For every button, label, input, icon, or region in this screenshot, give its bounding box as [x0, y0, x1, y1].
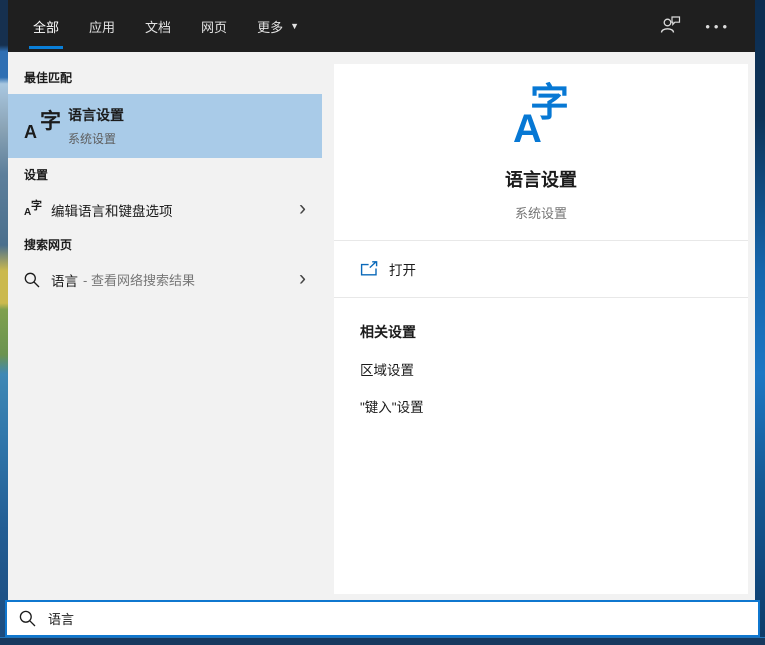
chevron-down-icon: ▼ — [290, 21, 299, 31]
search-input[interactable] — [48, 611, 758, 626]
taskbar-edge — [0, 637, 765, 645]
related-settings-header: 相关设置 — [360, 324, 416, 340]
open-action-label: 打开 — [389, 263, 416, 278]
search-bar[interactable] — [5, 600, 760, 637]
language-settings-icon: 字A — [24, 110, 61, 142]
search-results-body: 最佳匹配 字A 语言设置 系统设置 设置 字A 编辑语言和键盘选项 › 搜索网页… — [8, 52, 755, 600]
results-list: 最佳匹配 字A 语言设置 系统设置 设置 字A 编辑语言和键盘选项 › 搜索网页… — [8, 52, 322, 600]
chevron-right-icon: › — [299, 196, 306, 220]
web-search-item[interactable]: 语言 - 查看网络搜索结果 › — [8, 261, 322, 298]
preview-pane: 字A 语言设置 系统设置 打开 相关设置 区域设置 "键入"设置 — [322, 52, 755, 600]
tab-all[interactable]: 全部 — [29, 0, 64, 52]
tab-documents[interactable]: 文档 — [141, 0, 175, 52]
language-small-icon: 字A — [24, 200, 42, 218]
web-search-hint: - 查看网络搜索结果 — [83, 273, 195, 288]
tab-web[interactable]: 网页 — [197, 0, 231, 52]
tab-more-label: 更多 — [257, 19, 284, 35]
best-match-result-language-settings[interactable]: 字A 语言设置 系统设置 — [8, 94, 322, 158]
related-settings: 相关设置 区域设置 "键入"设置 — [334, 298, 748, 440]
preview-title: 语言设置 — [505, 170, 577, 190]
settings-section-header: 设置 — [24, 168, 49, 182]
related-item-region-settings[interactable]: 区域设置 — [360, 359, 722, 379]
preview-hero: 字A 语言设置 系统设置 — [334, 64, 748, 240]
language-settings-hero-icon: 字A — [513, 82, 569, 151]
tab-documents-label: 文档 — [145, 19, 172, 35]
preview-card: 字A 语言设置 系统设置 打开 相关设置 区域设置 "键入"设置 — [334, 64, 748, 594]
related-item-typing-settings[interactable]: "键入"设置 — [360, 396, 722, 416]
best-match-header: 最佳匹配 — [24, 71, 73, 85]
tab-more[interactable]: 更多 ▼ — [253, 0, 303, 52]
preview-subtitle: 系统设置 — [514, 206, 567, 221]
result-subtitle: 系统设置 — [68, 132, 117, 146]
tab-apps-label: 应用 — [89, 19, 116, 35]
result-title: 语言设置 — [68, 107, 124, 123]
settings-item-label: 编辑语言和键盘选项 — [51, 203, 173, 219]
search-results-panel: 全部 应用 文档 网页 更多 ▼ ••• 最佳匹配 字 A 语言设置 系统设置 … — [8, 0, 755, 600]
search-filter-bar: 全部 应用 文档 网页 更多 ▼ ••• — [8, 0, 755, 52]
settings-item-edit-language-keyboard[interactable]: 字A 编辑语言和键盘选项 › — [8, 191, 322, 228]
search-icon — [24, 272, 40, 287]
chevron-right-icon: › — [299, 266, 306, 290]
result-text: 语言设置 系统设置 — [68, 105, 124, 147]
desktop-edge-right — [755, 0, 765, 645]
windows-search-flyout: 全部 应用 文档 网页 更多 ▼ ••• 最佳匹配 字 A 语言设置 系统设置 … — [0, 0, 765, 645]
tab-apps[interactable]: 应用 — [85, 0, 119, 52]
ellipsis-menu-icon[interactable]: ••• — [705, 20, 731, 33]
filter-tabs: 全部 应用 文档 网页 更多 ▼ — [8, 0, 325, 52]
open-action[interactable]: 打开 — [334, 241, 748, 297]
open-external-icon — [360, 261, 378, 276]
web-search-section-header: 搜索网页 — [24, 238, 73, 252]
search-icon — [19, 610, 36, 627]
tab-all-label: 全部 — [33, 19, 60, 35]
tab-web-label: 网页 — [201, 19, 228, 35]
feedback-user-icon[interactable] — [660, 14, 681, 39]
topbar-actions: ••• — [660, 0, 755, 52]
desktop-edge-left — [0, 0, 8, 645]
web-search-query: 语言 — [51, 273, 78, 289]
